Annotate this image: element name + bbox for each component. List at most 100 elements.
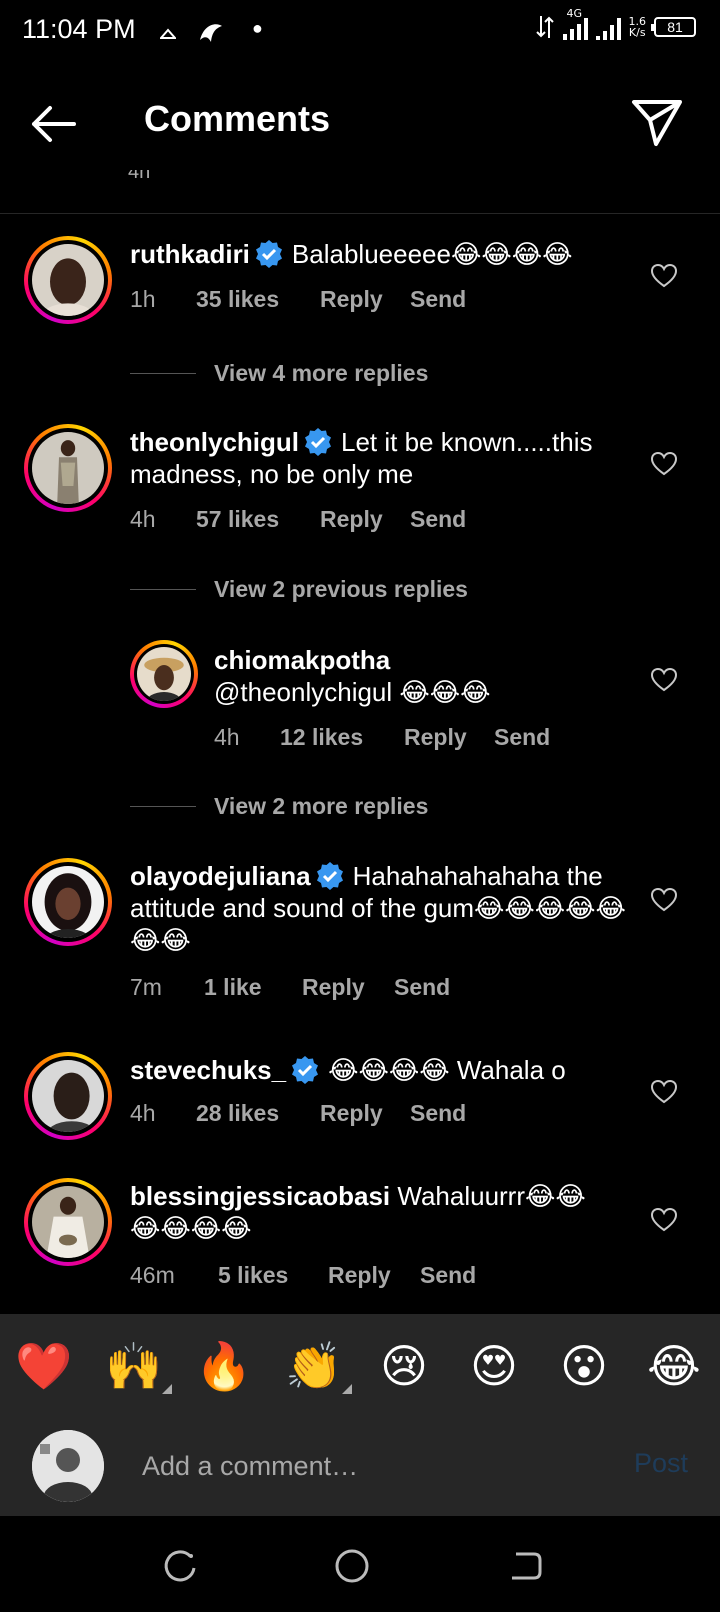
send-button[interactable]: Send: [494, 724, 550, 751]
avatar[interactable]: [24, 858, 112, 946]
comment-meta: 4h 28 likes Reply Send: [130, 1100, 466, 1127]
view-more-replies[interactable]: View 2 more replies: [130, 791, 550, 821]
comment-time: 4h: [130, 1100, 156, 1126]
avatar-image: [32, 1186, 104, 1258]
emoji-fire[interactable]: 🔥: [194, 1336, 254, 1396]
system-nav-bar: [0, 1516, 720, 1612]
avatar[interactable]: [24, 424, 112, 512]
send-button[interactable]: Send: [410, 286, 466, 313]
reply-button[interactable]: Reply: [302, 974, 394, 1001]
page-title: Comments: [144, 98, 331, 139]
notification-icon: [160, 28, 176, 39]
verified-badge-icon: [316, 862, 343, 890]
comment-likes[interactable]: 1 like: [204, 974, 302, 1001]
comment-body: blessingjessicaobasi Wahaluurrr😂😂😂😂😂😂: [130, 1180, 610, 1244]
comment-time: 7m: [130, 974, 162, 1000]
arrow-left-icon[interactable]: [26, 96, 82, 152]
heart-icon[interactable]: [650, 1078, 678, 1106]
signal-strength-2-icon: [595, 14, 621, 40]
heart-icon[interactable]: [650, 450, 678, 478]
avatar: [32, 1430, 104, 1502]
send-button[interactable]: Send: [420, 1262, 476, 1289]
avatar[interactable]: [24, 1052, 112, 1140]
emoji-tears-of-joy[interactable]: 😂: [644, 1336, 704, 1396]
network-speed: 1.6 K/s: [628, 15, 647, 39]
reply-text: @theonlychigul 😂😂😂: [214, 677, 491, 707]
reply-time: 4h: [214, 724, 240, 750]
battery-icon: 81: [651, 17, 696, 37]
view-previous-replies[interactable]: View 2 previous replies: [130, 574, 550, 604]
avatar[interactable]: [24, 236, 112, 324]
comment-time: 46m: [130, 1262, 175, 1288]
emoji-surprised[interactable]: 😮: [554, 1336, 614, 1396]
reply-button[interactable]: Reply: [320, 286, 410, 313]
send-button[interactable]: Send: [410, 506, 466, 533]
comment-text: 😂😂😂😂 Wahala o: [328, 1055, 566, 1085]
back-nav-icon[interactable]: [506, 1546, 546, 1586]
emoji-crying[interactable]: 😢: [374, 1336, 434, 1396]
network-type: 4G: [566, 7, 583, 20]
verified-badge-icon: [305, 428, 331, 456]
avatar-image: [32, 866, 104, 938]
send-button[interactable]: Send: [394, 974, 450, 1001]
comment-body: olayodejuliana Hahahahahahaha the attitud…: [130, 860, 630, 956]
verified-badge-icon: [255, 240, 282, 268]
home-icon[interactable]: [332, 1546, 372, 1586]
view-more-replies[interactable]: View 4 more replies: [130, 358, 550, 388]
username[interactable]: theonlychigul: [130, 427, 299, 457]
comment-likes[interactable]: 35 likes: [196, 286, 320, 313]
paper-plane-icon[interactable]: [630, 94, 684, 148]
status-bar: 11:04 PM ● 4G 1.6 K/s 81: [0, 0, 720, 66]
avatar-image: [32, 432, 104, 504]
comment-time: 1h: [130, 286, 156, 312]
username[interactable]: chiomakpotha: [214, 644, 634, 676]
header: Comments: [0, 66, 720, 176]
comment-meta: 46m 5 likes Reply Send: [130, 1262, 476, 1289]
reply-body: chiomakpotha @theonlychigul 😂😂😂: [214, 644, 634, 708]
comment-likes[interactable]: 28 likes: [196, 1100, 320, 1127]
username[interactable]: olayodejuliana: [130, 861, 311, 891]
comment-text: Balablueeeee😂😂😂😂: [291, 239, 573, 269]
reply-button[interactable]: Reply: [328, 1262, 420, 1289]
reply-button[interactable]: Reply: [320, 506, 410, 533]
avatar-image: [32, 1060, 104, 1132]
emoji-heart-eyes[interactable]: 😍: [464, 1336, 524, 1396]
reply-meta: 4h 12 likes Reply Send: [214, 724, 550, 751]
status-right: 4G 1.6 K/s 81: [535, 8, 696, 40]
reply-button[interactable]: Reply: [320, 1100, 410, 1127]
comment-meta: 7m 1 like Reply Send: [130, 974, 450, 1001]
username[interactable]: stevechuks_: [130, 1055, 286, 1085]
avatar[interactable]: [24, 1178, 112, 1266]
send-button[interactable]: Send: [410, 1100, 466, 1127]
comment-composer: Post: [0, 1418, 720, 1516]
emoji-clap[interactable]: 👏: [284, 1336, 352, 1396]
heart-icon[interactable]: [650, 1206, 678, 1234]
avatar[interactable]: [130, 640, 198, 708]
heart-icon[interactable]: [650, 886, 678, 914]
comment-input[interactable]: [142, 1444, 582, 1488]
comment-likes[interactable]: 5 likes: [218, 1262, 328, 1289]
partial-timestamp: 4h: [128, 170, 151, 182]
verified-badge-icon: [292, 1056, 319, 1084]
status-time: 11:04 PM: [22, 14, 136, 44]
divider: [0, 213, 720, 214]
recents-icon[interactable]: [160, 1546, 200, 1586]
username[interactable]: ruthkadiri: [130, 239, 250, 269]
reply-button[interactable]: Reply: [404, 724, 494, 751]
emoji-heart[interactable]: ❤️: [14, 1336, 74, 1396]
comment-meta: 4h 57 likes Reply Send: [130, 506, 466, 533]
avatar-image: [137, 647, 191, 701]
username[interactable]: blessingjessicaobasi: [130, 1181, 390, 1211]
comment-likes[interactable]: 57 likes: [196, 506, 320, 533]
heart-icon[interactable]: [650, 262, 678, 290]
heart-icon[interactable]: [650, 666, 678, 694]
comment-meta: 1h 35 likes Reply Send: [130, 286, 466, 313]
post-button[interactable]: Post: [634, 1448, 688, 1479]
emoji-raised-hands[interactable]: 🙌: [104, 1336, 172, 1396]
emoji-quick-bar: ❤️ 🙌 🔥 👏 😢 😍 😮 😂: [0, 1314, 720, 1418]
dot-icon: ●: [252, 18, 263, 38]
comment-body: ruthkadiri Balablueeeee😂😂😂😂: [130, 238, 630, 270]
avatar-image: [32, 244, 104, 316]
comment-body: stevechuks_ 😂😂😂😂 Wahala o: [130, 1054, 630, 1086]
reply-likes[interactable]: 12 likes: [280, 724, 404, 751]
